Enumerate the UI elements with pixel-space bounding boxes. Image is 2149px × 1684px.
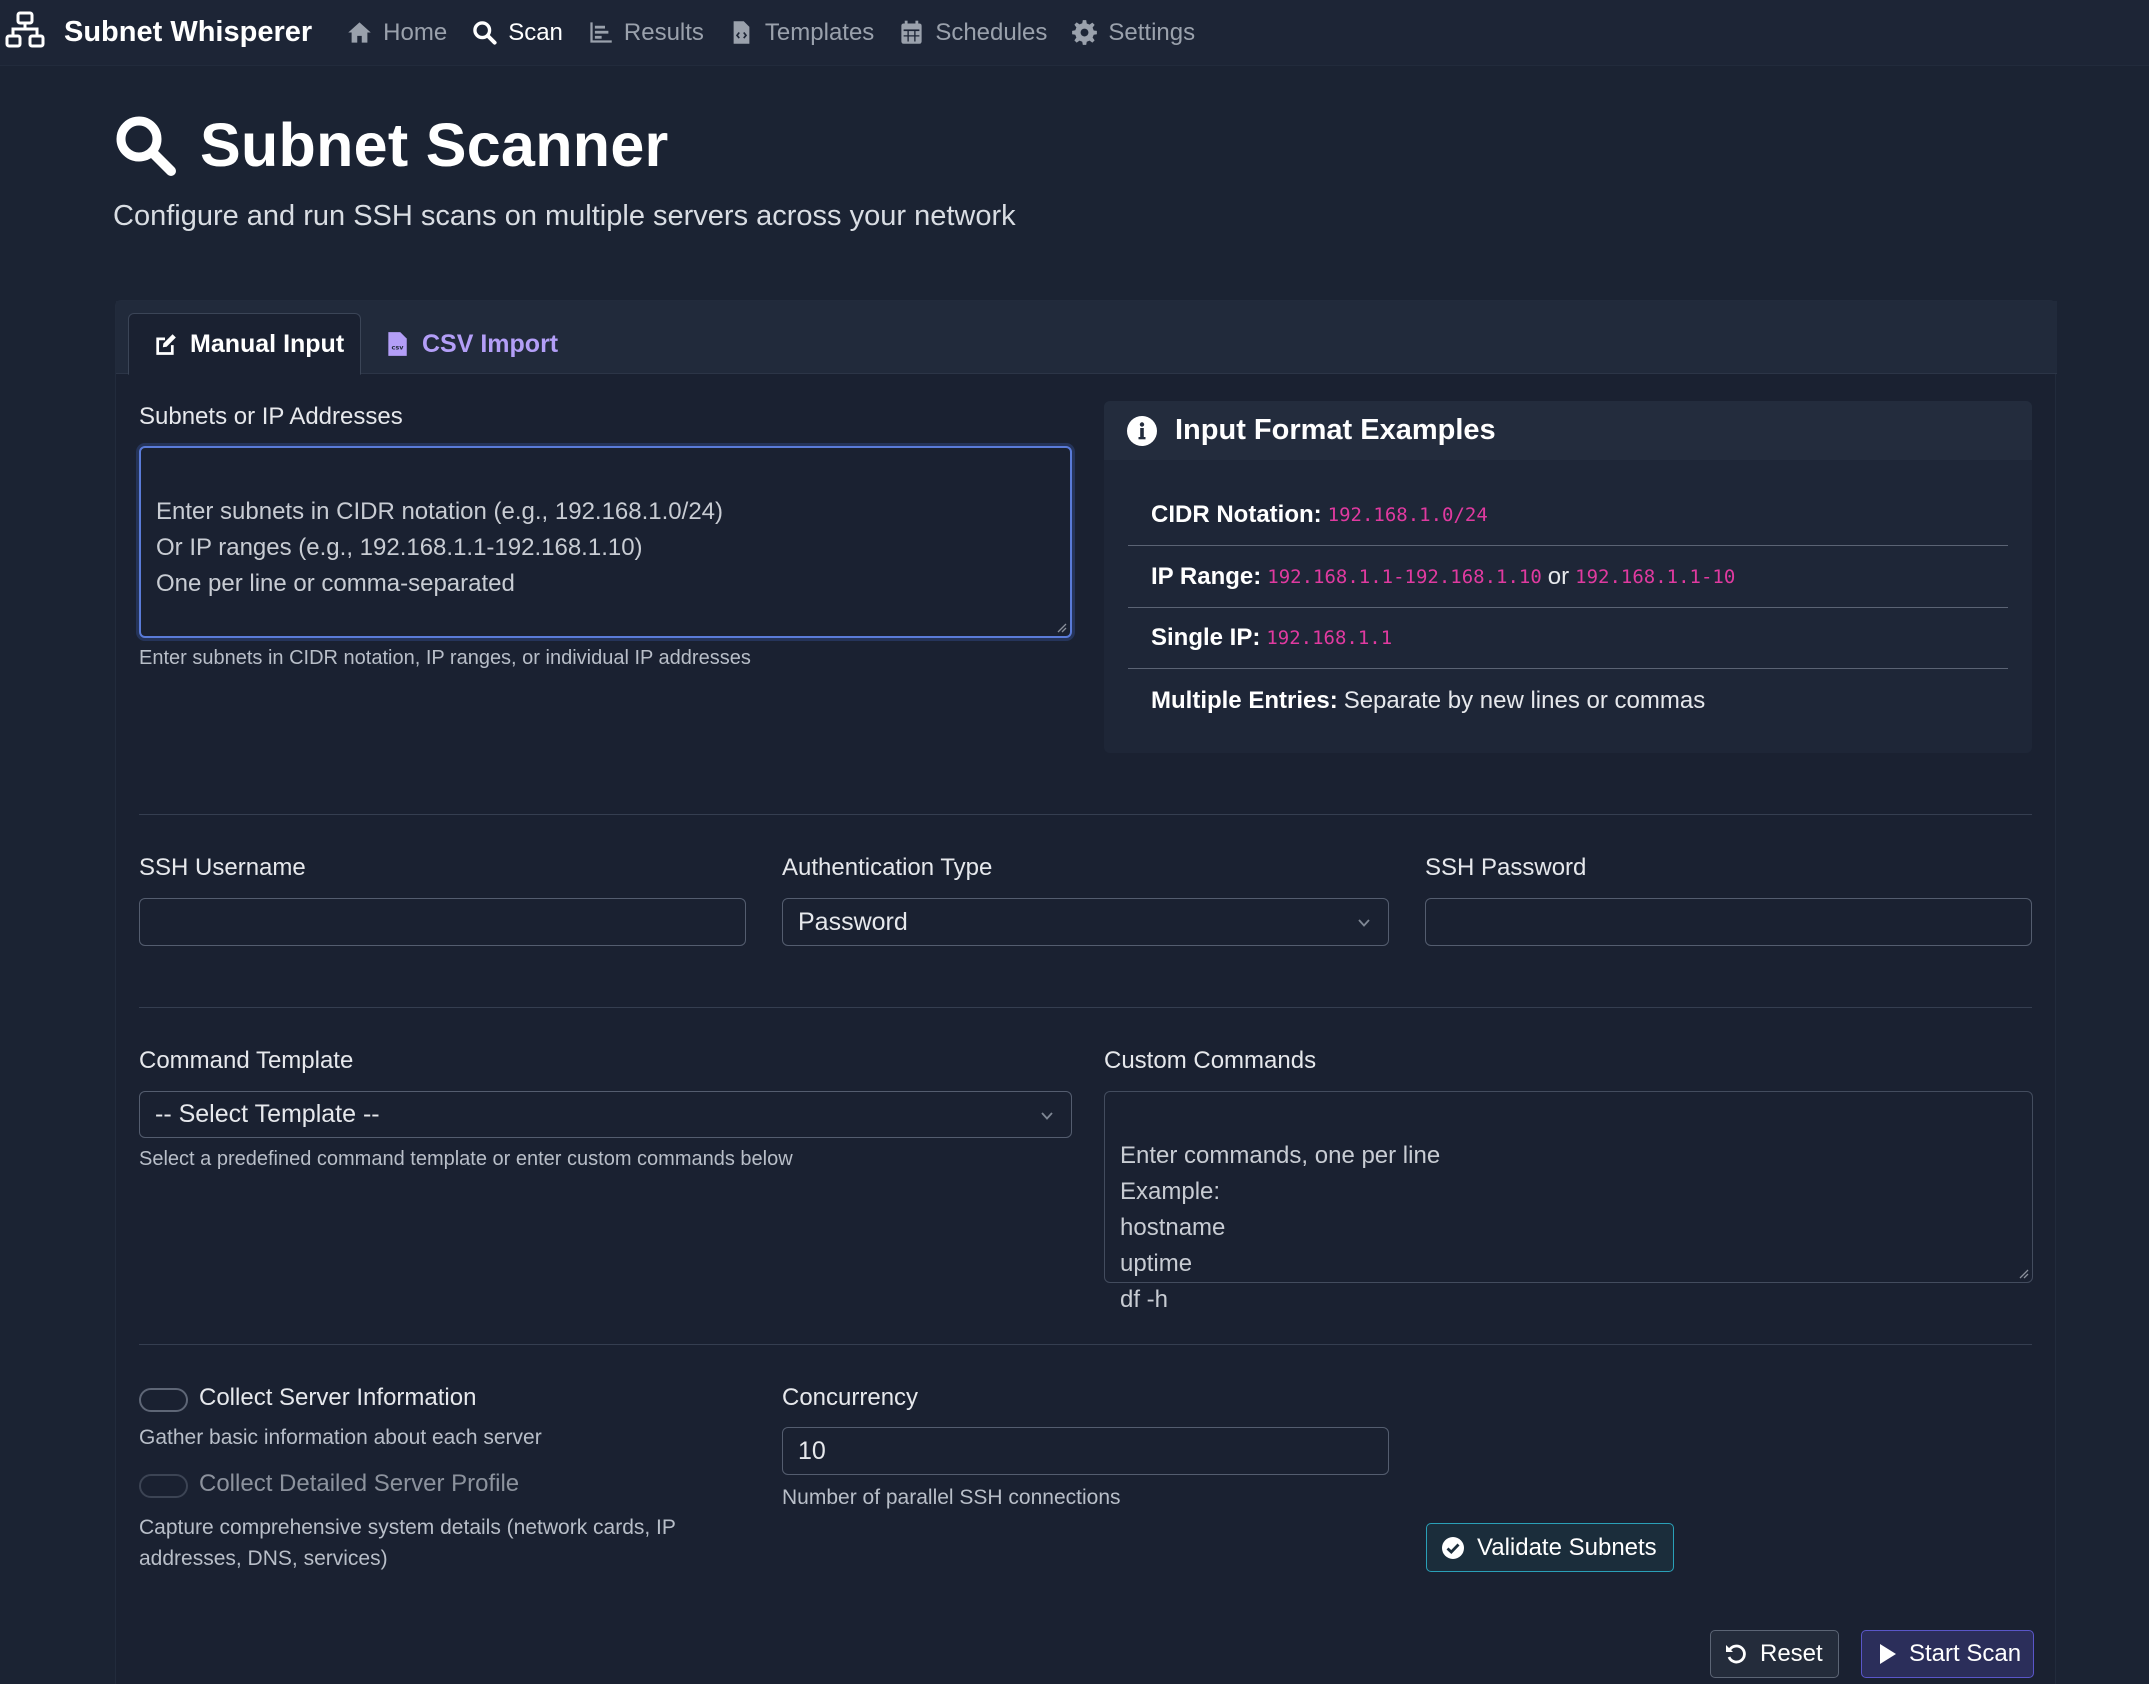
command-template-value: -- Select Template --: [155, 1100, 380, 1128]
command-template-select[interactable]: -- Select Template --: [139, 1091, 1072, 1138]
svg-text:csv: csv: [392, 343, 405, 351]
nav-schedules-label: Schedules: [935, 18, 1048, 46]
divider: [139, 1007, 2032, 1008]
subnets-textarea[interactable]: Enter subnets in CIDR notation (e.g., 19…: [139, 446, 1072, 638]
gear-icon: [1072, 20, 1098, 45]
collect-profile-help: Capture comprehensive system details (ne…: [139, 1516, 676, 1570]
collect-profile-label: Collect Detailed Server Profile: [199, 1470, 520, 1497]
page-header: Subnet Scanner: [113, 110, 669, 180]
tab-manual-input[interactable]: Manual Input: [128, 313, 361, 375]
command-template-label: Command Template: [139, 1047, 354, 1074]
example-or: or: [1547, 563, 1570, 590]
start-scan-label: Start Scan: [1909, 1640, 2022, 1667]
auth-type-select[interactable]: Password: [782, 898, 1389, 946]
nav-scan[interactable]: Scan: [471, 19, 563, 47]
scan-form-card: Manual Input csv CSV Import Subnets or I…: [115, 300, 2057, 1684]
example-code-short: 192.168.1.1-10: [1575, 566, 1736, 588]
command-template-help: Select a predefined command template or …: [139, 1148, 793, 1170]
home-icon: [348, 22, 371, 43]
examples-title: Input Format Examples: [1175, 414, 1496, 446]
main-nav: Home Scan Results Templates Schedules Se…: [346, 19, 1219, 47]
undo-icon: [1726, 1644, 1746, 1664]
example-code: 192.168.1.1-192.168.1.10: [1267, 566, 1542, 588]
tab-manual-input-label: Manual Input: [190, 329, 345, 358]
nav-templates[interactable]: Templates: [728, 19, 874, 47]
search-icon: [473, 21, 497, 45]
collect-profile-toggle[interactable]: [139, 1474, 188, 1498]
example-cidr: CIDR Notation: 192.168.1.0/24: [1128, 485, 2008, 546]
subnets-placeholder: Enter subnets in CIDR notation (e.g., 19…: [156, 498, 724, 597]
brand[interactable]: Subnet Whisperer: [5, 11, 312, 54]
custom-commands-placeholder: Enter commands, one per line Example: ho…: [1120, 1142, 1441, 1313]
chevron-down-icon: [1358, 919, 1370, 927]
ssh-password-input[interactable]: [1425, 898, 2032, 946]
custom-commands-label: Custom Commands: [1104, 1047, 1317, 1074]
file-code-icon: [733, 21, 750, 44]
example-key: CIDR Notation:: [1151, 501, 1322, 528]
ssh-username-input[interactable]: [139, 898, 746, 946]
divider: [139, 1344, 2032, 1345]
edit-icon: [156, 334, 176, 355]
concurrency-help: Number of parallel SSH connections: [782, 1486, 1121, 1509]
example-key: Single IP:: [1151, 624, 1261, 651]
nav-home-label: Home: [383, 18, 448, 46]
tab-csv-import[interactable]: csv CSV Import: [384, 313, 558, 375]
collect-info-label: Collect Server Information: [199, 1384, 477, 1411]
input-format-examples: Input Format Examples CIDR Notation: 192…: [1104, 401, 2032, 753]
example-text: Separate by new lines or commas: [1343, 686, 1706, 714]
examples-header: Input Format Examples: [1104, 401, 2032, 460]
chart-bar-icon: [590, 22, 612, 43]
subnets-help: Enter subnets in CIDR notation, IP range…: [139, 647, 751, 669]
example-key: Multiple Entries:: [1151, 686, 1338, 714]
search-icon: [116, 116, 176, 176]
auth-type-value: Password: [798, 907, 908, 936]
example-multiple: Multiple Entries: Separate by new lines …: [1128, 670, 2008, 731]
nav-schedules[interactable]: Schedules: [898, 19, 1047, 47]
calendar-icon: [901, 20, 922, 44]
auth-type-label: Authentication Type: [782, 854, 993, 881]
brand-name: Subnet Whisperer: [64, 16, 313, 48]
example-code: 192.168.1.0/24: [1327, 504, 1488, 526]
navbar: Subnet Whisperer Home Scan Results Templ…: [0, 0, 2149, 66]
reset-label: Reset: [1760, 1640, 1823, 1667]
network-icon: [5, 11, 45, 54]
chevron-down-icon: [1041, 1112, 1053, 1120]
resize-grip-icon[interactable]: [2017, 1267, 2029, 1279]
collect-info-help: Gather basic information about each serv…: [139, 1426, 542, 1449]
validate-subnets-button[interactable]: Validate Subnets: [1426, 1523, 1674, 1572]
page-title: Subnet Scanner: [200, 111, 669, 179]
check-circle-icon: [1442, 1536, 1464, 1559]
nav-templates-label: Templates: [764, 18, 875, 46]
example-code: 192.168.1.1: [1266, 627, 1393, 649]
nav-results-label: Results: [623, 18, 704, 46]
collect-info-toggle[interactable]: [139, 1388, 188, 1412]
nav-results[interactable]: Results: [587, 19, 704, 47]
nav-scan-label: Scan: [508, 18, 563, 46]
ssh-password-label: SSH Password: [1425, 854, 1587, 881]
page-subtitle: Configure and run SSH scans on multiple …: [113, 200, 1016, 232]
nav-home[interactable]: Home: [346, 19, 447, 47]
nav-settings-label: Settings: [1108, 18, 1196, 46]
nav-settings[interactable]: Settings: [1071, 19, 1195, 47]
start-scan-button[interactable]: Start Scan: [1861, 1630, 2034, 1678]
example-single: Single IP: 192.168.1.1: [1128, 608, 2008, 669]
csv-file-icon: csv: [388, 332, 407, 356]
play-icon: [1880, 1644, 1896, 1664]
tab-csv-import-label: CSV Import: [422, 329, 559, 358]
ssh-username-label: SSH Username: [139, 854, 306, 881]
resize-grip-icon[interactable]: [1055, 621, 1067, 633]
tab-bar: Manual Input csv CSV Import: [116, 301, 2057, 375]
subnets-label: Subnets or IP Addresses: [139, 403, 403, 430]
concurrency-input[interactable]: 10: [782, 1427, 1389, 1475]
validate-subnets-label: Validate Subnets: [1477, 1533, 1657, 1561]
info-icon: [1127, 415, 1157, 446]
reset-button[interactable]: Reset: [1710, 1630, 1839, 1678]
example-key: IP Range:: [1151, 563, 1262, 590]
divider: [139, 814, 2032, 815]
example-range: IP Range: 192.168.1.1-192.168.1.10 or 19…: [1128, 547, 2008, 608]
concurrency-label: Concurrency: [782, 1384, 919, 1411]
custom-commands-textarea[interactable]: Enter commands, one per line Example: ho…: [1104, 1091, 2033, 1313]
